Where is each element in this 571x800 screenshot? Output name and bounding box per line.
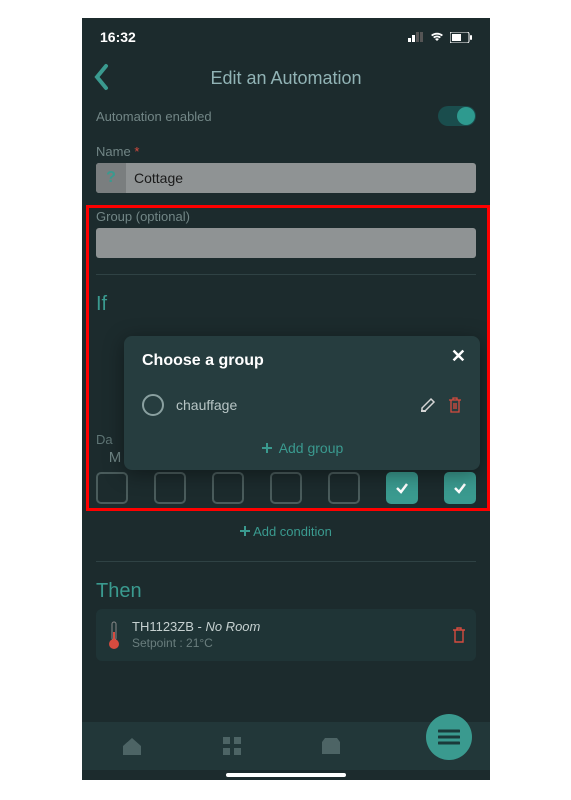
trash-icon[interactable]: [452, 627, 466, 643]
name-help-button[interactable]: ?: [96, 163, 126, 193]
group-input[interactable]: [96, 228, 476, 258]
choose-group-modal: ✕ Choose a group chauffage Add group: [124, 336, 480, 470]
status-icons: [408, 32, 472, 43]
home-icon[interactable]: [121, 736, 143, 756]
device-detail: Setpoint : 21°C: [132, 636, 442, 652]
plus-icon: [261, 442, 273, 454]
enabled-toggle[interactable]: [438, 106, 476, 126]
device-name: TH1123ZB -: [132, 619, 205, 634]
name-label: Name: [96, 144, 131, 159]
page-title: Edit an Automation: [210, 68, 361, 89]
grid-icon[interactable]: [222, 736, 242, 756]
day-checkbox-wed[interactable]: [212, 472, 244, 504]
required-indicator: *: [134, 144, 139, 159]
group-option[interactable]: chauffage: [142, 394, 462, 416]
menu-fab[interactable]: [426, 714, 472, 760]
day-checkbox-sat[interactable]: [386, 472, 418, 504]
then-device-card[interactable]: TH1123ZB - No Room Setpoint : 21°C: [96, 609, 476, 661]
day-checkbox-tue[interactable]: [154, 472, 186, 504]
app-screen: 16:32 Edit an Automation Automation enab…: [82, 18, 490, 780]
trash-icon[interactable]: [448, 397, 462, 413]
group-label: Group (optional): [96, 209, 476, 224]
name-input[interactable]: Cottage: [126, 163, 476, 193]
wifi-icon: [430, 32, 444, 42]
automation-enabled-row: Automation enabled: [82, 100, 490, 132]
chevron-left-icon: [92, 62, 110, 92]
edit-icon[interactable]: [420, 397, 436, 413]
battery-icon: [450, 32, 472, 43]
plus-icon: [240, 526, 250, 536]
check-icon: [394, 480, 410, 496]
add-condition-button[interactable]: Add condition: [82, 514, 490, 549]
check-icon: [452, 480, 468, 496]
home-indicator[interactable]: [226, 773, 346, 777]
cell-signal-icon: [408, 32, 424, 42]
day-checkbox-fri[interactable]: [328, 472, 360, 504]
radio-icon: [142, 394, 164, 416]
add-group-button[interactable]: Add group: [142, 440, 462, 456]
menu-icon: [438, 729, 460, 745]
status-time: 16:32: [100, 29, 136, 45]
group-name: chauffage: [176, 397, 237, 413]
day-checkbox-mon[interactable]: [96, 472, 128, 504]
name-input-wrap: ? Cottage: [96, 163, 476, 193]
modal-close-button[interactable]: ✕: [451, 346, 466, 367]
device-room: No Room: [205, 619, 260, 634]
thermometer-icon: [106, 620, 122, 650]
day-checkbox-sun[interactable]: [444, 472, 476, 504]
scenes-icon[interactable]: [320, 736, 342, 756]
then-section-title: Then: [82, 574, 490, 609]
page-header: Edit an Automation: [82, 56, 490, 100]
back-button[interactable]: [92, 62, 110, 92]
day-checkbox-thu[interactable]: [270, 472, 302, 504]
day-checkboxes: [82, 466, 490, 514]
modal-title: Choose a group: [142, 352, 462, 370]
enabled-label: Automation enabled: [96, 109, 212, 124]
if-section-title: If: [82, 287, 490, 322]
status-bar: 16:32: [82, 18, 490, 56]
